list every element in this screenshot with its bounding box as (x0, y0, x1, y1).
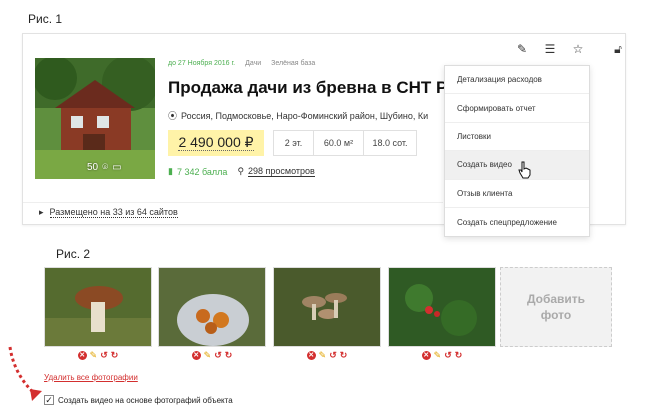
rotate-right-icon[interactable]: ↻ (111, 350, 119, 361)
bar-chart-icon: ▮ (168, 166, 173, 176)
listing-stats: ▮ 7 342 балла ⚲ 298 просмотров (168, 166, 315, 177)
menu-item-review[interactable]: Отзыв клиента (445, 180, 589, 208)
rotate-left-icon[interactable]: ↺ (214, 350, 222, 361)
photo-controls: ✕ ✎ ↺ ↻ (158, 347, 266, 363)
listing-title[interactable]: Продажа дачи из бревна в СНТ Рад (168, 78, 448, 98)
figure-label-2: Рис. 2 (56, 247, 91, 261)
menu-icon[interactable]: ☰ (543, 42, 557, 56)
delete-icon[interactable]: ✕ (306, 350, 316, 360)
rotate-right-icon[interactable]: ↻ (455, 350, 463, 361)
create-video-label: Создать видео на основе фотографий объек… (58, 395, 233, 405)
photo-image[interactable] (388, 267, 496, 347)
pencil-icon[interactable]: ✎ (434, 350, 442, 361)
rotate-left-icon[interactable]: ↺ (444, 350, 452, 361)
rotate-left-icon[interactable]: ↺ (329, 350, 337, 361)
card-toolbar: ✎ ☰ ☆ 🔓︎ (515, 42, 625, 57)
rotate-right-icon[interactable]: ↻ (225, 350, 233, 361)
lock-icon[interactable]: 🔓︎ (611, 42, 625, 56)
listing-photo[interactable]: 50 ⌾ ▭ (35, 58, 155, 179)
delete-all-photos-link[interactable]: Удалить все фотографии (44, 373, 138, 382)
param-floors: 2 эт. (274, 131, 314, 155)
menu-item-flyers[interactable]: Листовки (445, 123, 589, 152)
rotate-left-icon[interactable]: ↺ (100, 350, 108, 361)
listing-category: Дачи (245, 60, 262, 67)
placement-info[interactable]: ▸ Размещено на 33 из 64 сайтов (23, 202, 443, 218)
menu-item-special-offer[interactable]: Создать спецпредложение (445, 208, 589, 236)
figure-label-1: Рис. 1 (28, 12, 63, 26)
photo-image[interactable] (158, 267, 266, 347)
score: ▮ 7 342 балла (168, 166, 228, 177)
location-pin-icon: ⦿ (168, 111, 178, 121)
delete-icon[interactable]: ✕ (191, 350, 201, 360)
menu-item-create-video[interactable]: Создать видео (445, 151, 589, 180)
param-area: 60.0 м² (314, 131, 364, 155)
photo-controls: ✕ ✎ ↺ ↻ (273, 347, 381, 363)
photo-image[interactable] (44, 267, 152, 347)
pencil-icon[interactable]: ✎ (319, 350, 327, 361)
photo-image[interactable] (273, 267, 381, 347)
menu-item-expenses[interactable]: Детализация расходов (445, 66, 589, 95)
listing-address: ⦿ Россия, Подмосковье, Наро-Фоминский ра… (168, 110, 429, 122)
pencil-icon[interactable]: ✎ (204, 350, 212, 361)
hand-cursor-icon (518, 161, 531, 179)
price-badge[interactable]: 2 490 000 ₽ (168, 130, 264, 156)
create-video-checkbox[interactable]: ✓ (44, 395, 54, 405)
edit-icon[interactable]: ✎ (515, 42, 529, 56)
photo-thumb-1: ✕ ✎ ↺ ↻ (44, 267, 152, 363)
param-land: 18.0 сот. (372, 138, 408, 148)
rotate-right-icon[interactable]: ↻ (340, 350, 348, 361)
star-icon[interactable]: ☆ (571, 42, 585, 56)
listing-base: Зелёная база (271, 60, 316, 67)
photo-thumb-4: ✕ ✎ ↺ ↻ (388, 267, 496, 363)
camera-icon: ⌾ (102, 162, 109, 173)
actions-dropdown: Детализация расходов Сформировать отчет … (444, 65, 590, 237)
pointer-arrow-icon (8, 346, 42, 401)
delete-icon[interactable]: ✕ (77, 350, 87, 360)
views[interactable]: ⚲ 298 просмотров (237, 166, 315, 177)
listing-meta: до 27 Ноября 2016 г. Дачи Зелёная база (168, 60, 315, 67)
listing-params: 2 эт. 60.0 м² 18.0 сот. (273, 130, 417, 156)
placement-link[interactable]: Размещено на 33 из 64 сайтов (49, 207, 178, 218)
user-icon: ⚲ (237, 166, 245, 176)
photo-count: 50 ⌾ ▭ (87, 162, 122, 173)
photo-thumb-2: ✕ ✎ ↺ ↻ (158, 267, 266, 363)
photo-controls: ✕ ✎ ↺ ↻ (44, 347, 152, 363)
add-photo-button[interactable]: Добавить фото (500, 267, 612, 347)
chevron-right-icon: ▸ (39, 207, 44, 217)
listing-date: до 27 Ноября 2016 г. (168, 60, 236, 67)
menu-item-report[interactable]: Сформировать отчет (445, 94, 589, 123)
pencil-icon[interactable]: ✎ (90, 350, 98, 361)
photo-thumb-3: ✕ ✎ ↺ ↻ (273, 267, 381, 363)
delete-icon[interactable]: ✕ (421, 350, 431, 360)
photo-controls: ✕ ✎ ↺ ↻ (388, 347, 496, 363)
video-icon: ▭ (112, 162, 122, 173)
create-video-checkbox-row[interactable]: ✓ Создать видео на основе фотографий объ… (44, 395, 233, 405)
